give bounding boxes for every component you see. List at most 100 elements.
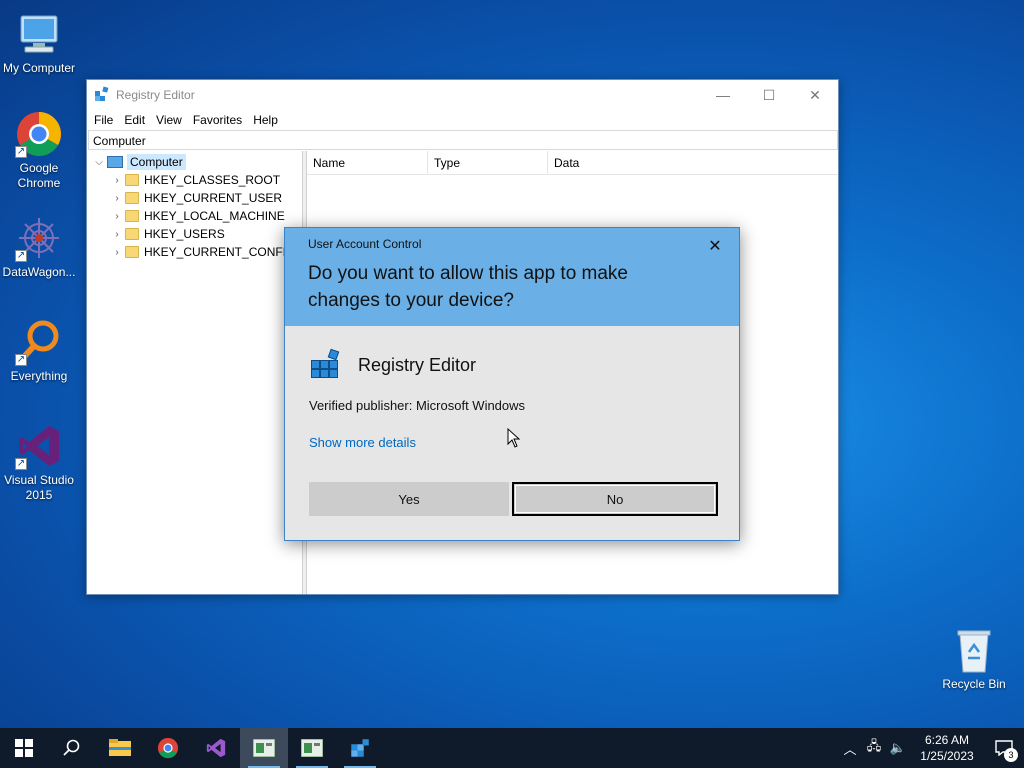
taskbar-registry-editor[interactable] <box>336 728 384 768</box>
tree-node-label: HKEY_LOCAL_MACHINE <box>144 209 285 223</box>
visual-studio-icon: ↗ <box>15 422 63 470</box>
uac-dialog: User Account Control Do you want to allo… <box>284 227 740 541</box>
show-hidden-icons-button[interactable]: ︿ <box>838 728 862 768</box>
minimize-icon: — <box>716 87 730 103</box>
start-button[interactable] <box>0 728 48 768</box>
volume-button[interactable]: 🔈 <box>886 728 910 768</box>
tree-node-label: HKEY_USERS <box>144 227 225 241</box>
chevron-right-icon[interactable]: › <box>111 229 123 240</box>
column-header-data[interactable]: Data <box>548 151 833 174</box>
column-header-name[interactable]: Name <box>307 151 428 174</box>
shortcut-arrow-icon: ↗ <box>15 458 27 470</box>
desktop-icon-label: My Computer <box>2 61 76 75</box>
notification-count-badge: 3 <box>1004 748 1018 762</box>
no-button[interactable]: No <box>512 482 718 516</box>
uac-app-name: Registry Editor <box>358 354 477 375</box>
desktop-icon-label: Google Chrome <box>17 161 61 190</box>
desktop-icon-everything[interactable]: ↗ Everything <box>0 318 78 384</box>
close-button[interactable]: ✕ <box>792 80 838 110</box>
computer-icon <box>107 156 123 168</box>
action-center-button[interactable]: 3 <box>984 728 1024 768</box>
shortcut-arrow-icon: ↗ <box>15 354 27 366</box>
minimize-button[interactable]: — <box>700 80 746 110</box>
desktop-icon-recycle-bin[interactable]: Recycle Bin <box>935 626 1013 692</box>
desktop-icon-google-chrome[interactable]: ↗ Google Chrome <box>0 110 78 191</box>
chevron-right-icon[interactable]: › <box>111 247 123 258</box>
taskbar: ︿ 🖧 🔈 6:26 AM 1/25/2023 3 <box>0 728 1024 768</box>
uac-close-button[interactable]: ✕ <box>706 236 724 255</box>
search-icon <box>63 739 80 756</box>
chrome-icon <box>157 737 179 759</box>
shortcut-arrow-icon: ↗ <box>15 146 27 158</box>
desktop-icon-label: Visual Studio 2015 <box>4 473 74 502</box>
clock-time: 6:26 AM <box>924 733 970 747</box>
visual-studio-icon <box>206 738 226 758</box>
folder-icon <box>125 246 139 258</box>
window-titlebar[interactable]: Registry Editor — ☐ ✕ <box>87 80 838 110</box>
address-bar[interactable]: Computer <box>88 130 838 150</box>
list-header: Name Type Data <box>307 151 838 175</box>
folder-icon <box>125 210 139 222</box>
uac-kicker: User Account Control <box>308 237 422 251</box>
clock-date: 1/25/2023 <box>920 749 974 763</box>
menu-edit[interactable]: Edit <box>123 113 151 127</box>
menu-file[interactable]: File <box>93 113 119 127</box>
column-header-type[interactable]: Type <box>428 151 548 174</box>
registry-editor-icon <box>94 86 110 105</box>
taskbar-app-window-1[interactable] <box>240 728 288 768</box>
network-button[interactable]: 🖧 <box>862 728 886 768</box>
desktop-icon-label: Everything <box>10 369 68 383</box>
tree-node-hkey-classes-root[interactable]: › HKEY_CLASSES_ROOT <box>87 171 302 189</box>
tree-node-hkey-current-user[interactable]: › HKEY_CURRENT_USER <box>87 189 302 207</box>
folder-icon <box>125 228 139 240</box>
desktop-icon-datawagon[interactable]: ↗ DataWagon... <box>0 214 78 280</box>
registry-editor-icon <box>351 739 369 757</box>
yes-button[interactable]: Yes <box>309 482 509 516</box>
speaker-icon: 🔈 <box>889 740 907 755</box>
network-icon: 🖧 <box>866 738 882 753</box>
taskbar-file-explorer[interactable] <box>96 728 144 768</box>
tree-node-computer[interactable]: ⌵ Computer <box>87 153 302 171</box>
taskbar-clock[interactable]: 6:26 AM 1/25/2023 <box>910 732 984 764</box>
tree-node-hkey-local-machine[interactable]: › HKEY_LOCAL_MACHINE <box>87 207 302 225</box>
menu-help[interactable]: Help <box>252 113 284 127</box>
recycle-bin-icon <box>950 626 998 674</box>
taskbar-app-window-2[interactable] <box>288 728 336 768</box>
desktop-icon-visual-studio[interactable]: ↗ Visual Studio 2015 <box>0 422 78 503</box>
close-icon: ✕ <box>809 86 821 103</box>
chevron-right-icon[interactable]: › <box>111 211 123 222</box>
shortcut-arrow-icon: ↗ <box>15 250 27 262</box>
datawagon-icon: ↗ <box>15 214 63 262</box>
maximize-icon: ☐ <box>762 86 776 103</box>
window-title: Registry Editor <box>116 88 195 102</box>
app-window-icon <box>301 739 323 757</box>
tree-node-label: HKEY_CURRENT_CONFIG <box>144 245 296 259</box>
tree-node-hkey-users[interactable]: › HKEY_USERS <box>87 225 302 243</box>
taskbar-visual-studio[interactable] <box>192 728 240 768</box>
registry-editor-icon <box>309 348 343 382</box>
uac-question: Do you want to allow this app to make ch… <box>308 263 629 311</box>
uac-header: User Account Control Do you want to allo… <box>285 228 739 326</box>
windows-logo-icon <box>15 739 33 757</box>
desktop-icon-my-computer[interactable]: My Computer <box>0 10 78 76</box>
uac-publisher: Verified publisher: Microsoft Windows <box>309 398 526 413</box>
file-explorer-icon <box>109 739 131 756</box>
computer-icon <box>15 10 63 58</box>
tree-node-hkey-current-config[interactable]: › HKEY_CURRENT_CONFIG <box>87 243 302 261</box>
registry-tree: ⌵ Computer › HKEY_CLASSES_ROOT › HKEY_CU… <box>87 151 303 594</box>
close-icon: ✕ <box>708 238 722 255</box>
desktop-icon-label: Recycle Bin <box>942 677 1006 691</box>
folder-icon <box>125 192 139 204</box>
app-window-icon <box>253 739 275 757</box>
search-button[interactable] <box>48 728 96 768</box>
tree-node-label: Computer <box>127 154 186 170</box>
maximize-button[interactable]: ☐ <box>746 80 792 110</box>
chevron-right-icon[interactable]: › <box>111 193 123 204</box>
menu-view[interactable]: View <box>155 113 188 127</box>
chevron-right-icon[interactable]: › <box>111 175 123 186</box>
chevron-down-icon[interactable]: ⌵ <box>93 157 105 168</box>
taskbar-chrome[interactable] <box>144 728 192 768</box>
menu-bar: File Edit View Favorites Help <box>87 110 838 130</box>
folder-icon <box>125 174 139 186</box>
menu-favorites[interactable]: Favorites <box>192 113 248 127</box>
